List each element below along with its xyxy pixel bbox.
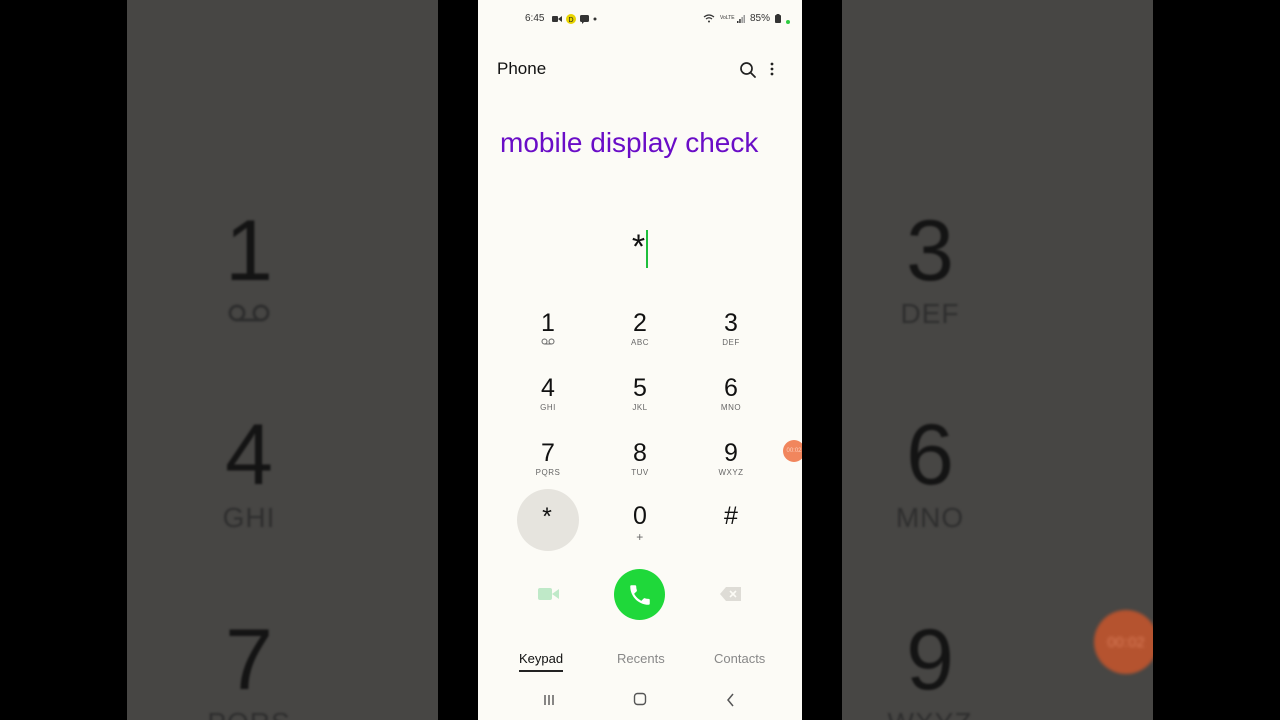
key-hash[interactable]: #	[699, 502, 763, 560]
key-letters: MNO	[720, 403, 742, 412]
more-options-icon[interactable]	[766, 60, 778, 80]
key-digit: 5	[633, 374, 647, 402]
text-cursor	[646, 230, 649, 269]
bg-key-digit: 3	[906, 203, 954, 299]
bg-key-digit: 6	[906, 407, 954, 503]
volte-indicator: VoLTE	[719, 15, 735, 21]
key-letters: ABC	[631, 338, 649, 347]
key-8[interactable]: 8 TUV	[608, 439, 672, 497]
search-icon[interactable]	[738, 60, 758, 80]
system-navigation-bar	[478, 690, 802, 712]
key-letters: DEF	[722, 338, 740, 347]
background-zoom-right: 3 DEF 6 MNO 9 WXYZ 00:02	[842, 0, 1153, 720]
key-5[interactable]: 5 JKL	[608, 374, 672, 432]
key-letters: GHI	[540, 403, 556, 412]
background-zoom-left: 1 4 GHI 7 PQRS	[127, 0, 438, 720]
key-9[interactable]: 9 WXYZ	[699, 439, 763, 497]
status-time: 6:45	[525, 13, 545, 24]
bg-key-7: 7 PQRS	[149, 617, 349, 720]
key-1[interactable]: 1	[516, 309, 580, 367]
message-icon	[580, 14, 589, 24]
wifi-icon	[703, 14, 715, 23]
bg-key-digit: 4	[225, 407, 273, 503]
app-notification-icon: D	[566, 14, 576, 24]
bg-key-letters: GHI	[222, 502, 276, 533]
dialed-number-field[interactable]: *	[478, 228, 802, 276]
screen-record-timer[interactable]: 00:02	[783, 440, 802, 462]
bg-key-letters: WXYZ	[842, 707, 1030, 720]
video-recorder-icon	[552, 16, 562, 22]
key-letters: TUV	[631, 468, 649, 477]
key-digit: 8	[633, 439, 647, 467]
key-letters: PQRS	[535, 468, 561, 477]
key-digit: 6	[724, 374, 738, 402]
status-right-icons: VoLTE 85%	[703, 13, 790, 24]
more-notifications-dot-icon	[593, 17, 597, 21]
phone-screen: 6:45 D VoLTE 85% Phone mobile display ch…	[478, 0, 802, 720]
key-digit: 7	[541, 439, 555, 467]
tab-label: Contacts	[714, 651, 766, 666]
phone-icon	[629, 584, 650, 605]
bg-key-letters: PQRS	[149, 707, 349, 720]
privacy-indicator-dot	[786, 19, 790, 24]
video-call-icon[interactable]	[535, 583, 561, 605]
key-digit: *	[542, 503, 552, 531]
home-icon[interactable]	[633, 692, 647, 706]
bg-key-digit: 7	[225, 612, 273, 708]
active-tab-indicator	[519, 670, 564, 672]
bg-key-4: 4 GHI	[149, 412, 349, 534]
key-digit: 2	[633, 309, 647, 337]
bg-key-digit: 1	[225, 203, 273, 299]
key-3[interactable]: 3 DEF	[699, 309, 763, 367]
bg-key-6: 6 MNO	[842, 412, 1030, 534]
key-0[interactable]: 0 +	[608, 502, 672, 560]
battery-icon	[775, 14, 781, 23]
tab-recents[interactable]: Recents	[617, 651, 665, 666]
voicemail-icon	[516, 338, 580, 347]
key-letters: +	[636, 530, 644, 544]
bg-key-digit: 9	[906, 612, 954, 708]
app-title: Phone	[497, 59, 547, 78]
key-2[interactable]: 2 ABC	[608, 309, 672, 367]
key-digit: 3	[724, 309, 738, 337]
key-digit: 1	[541, 309, 555, 337]
status-notification-icons: D	[552, 14, 597, 24]
bg-key-letters: MNO	[895, 502, 965, 533]
svg-text:D: D	[568, 17, 573, 24]
key-6[interactable]: 6 MNO	[699, 374, 763, 432]
bg-key-1: 1	[149, 208, 349, 330]
bg-record-timer: 00:02	[1094, 610, 1153, 674]
key-digit: 9	[724, 439, 738, 467]
bg-key-9: 9 WXYZ	[842, 617, 1030, 720]
bg-key-letters: DEF	[900, 298, 960, 329]
key-letters: WXYZ	[718, 468, 744, 477]
signal-icon	[736, 14, 745, 23]
backspace-icon[interactable]	[718, 584, 744, 604]
key-digit: 4	[541, 374, 555, 402]
recent-apps-icon[interactable]	[542, 693, 556, 707]
tab-label: Recents	[617, 651, 665, 666]
back-icon[interactable]	[724, 692, 738, 708]
status-bar: 6:45 D VoLTE 85%	[478, 12, 802, 28]
battery-percent: 85%	[749, 13, 770, 24]
key-star[interactable]: *	[515, 489, 579, 551]
voicemail-icon	[149, 298, 349, 330]
tab-keypad[interactable]: Keypad	[519, 651, 564, 672]
tab-label: Keypad	[519, 651, 564, 666]
tab-contacts[interactable]: Contacts	[714, 651, 765, 666]
dialed-number-text: *	[631, 228, 646, 266]
key-digit: #	[724, 502, 738, 530]
key-letters: JKL	[632, 403, 648, 412]
bg-key-3: 3 DEF	[842, 208, 1030, 330]
key-digit: 0	[633, 502, 647, 530]
call-button[interactable]	[614, 569, 665, 620]
key-4[interactable]: 4 GHI	[516, 374, 580, 432]
video-caption-overlay: mobile display check	[500, 127, 759, 158]
